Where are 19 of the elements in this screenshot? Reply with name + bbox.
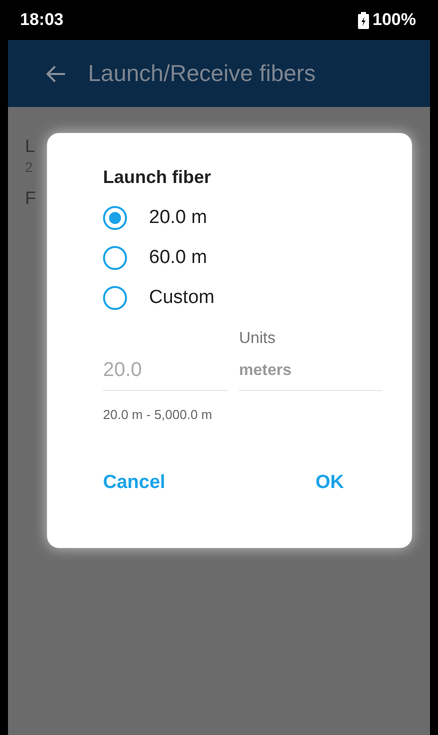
units-label: Units	[239, 330, 276, 348]
dialog-title: Launch fiber	[103, 167, 212, 188]
option-label[interactable]: 20.0 m	[149, 207, 208, 229]
status-time: 18:03	[20, 10, 64, 30]
radio-button[interactable]	[103, 206, 127, 230]
radio-button[interactable]	[103, 246, 127, 270]
battery-percent: 100%	[372, 10, 416, 30]
ok-button[interactable]: OK	[316, 468, 344, 498]
option-label[interactable]: 60.0 m	[149, 247, 208, 269]
back-arrow-icon[interactable]	[46, 64, 66, 82]
units-field[interactable]: meters	[239, 362, 382, 391]
option-label[interactable]: Custom	[149, 287, 214, 309]
app-bar-title: Launch/Receive fibers	[88, 60, 316, 87]
cancel-button[interactable]: Cancel	[103, 468, 166, 498]
background-text: F	[25, 187, 36, 209]
battery-charging-icon	[358, 12, 369, 28]
background-text: L	[25, 135, 36, 157]
radio-button[interactable]	[103, 286, 127, 310]
range-hint: 20.0 m - 5,000.0 m	[103, 407, 214, 422]
